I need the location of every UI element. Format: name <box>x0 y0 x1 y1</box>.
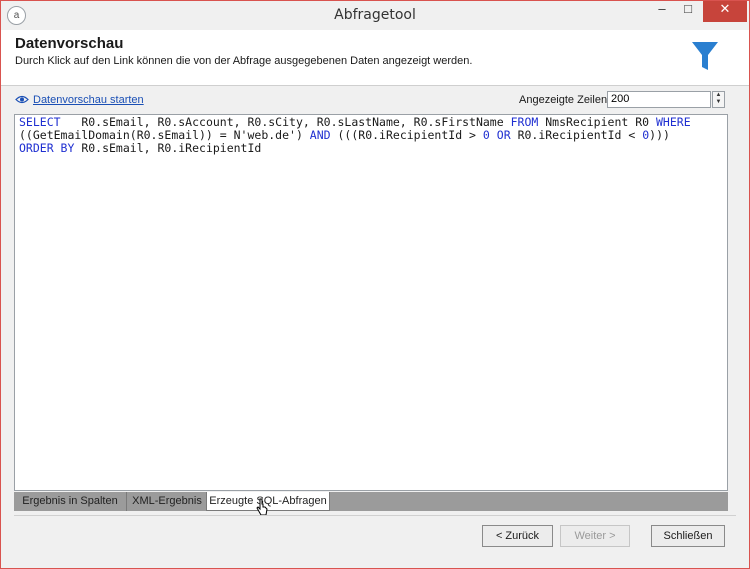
sql-text: R0.sEmail, R0.iRecipientId <box>74 141 262 155</box>
page-subtitle: Durch Klick auf den Link können die von … <box>15 55 473 67</box>
sql-text: NmsRecipient R0 <box>538 115 656 129</box>
sql-text: (((R0.iRecipientId > <box>330 128 483 142</box>
rows-input[interactable]: 200 <box>607 91 711 108</box>
tab-xml-result[interactable]: XML-Ergebnis <box>126 492 207 511</box>
sql-keyword: AND <box>309 128 331 142</box>
page-title: Datenvorschau <box>15 35 124 52</box>
start-preview-link[interactable]: Datenvorschau starten <box>33 94 144 106</box>
sql-query-editor[interactable]: SELECT R0.sEmail, R0.sAccount, R0.sCity,… <box>14 114 728 491</box>
sql-text: ))) <box>649 128 670 142</box>
sql-keyword: 0 <box>482 128 490 142</box>
sql-text: R0.iRecipientId < <box>510 128 643 142</box>
maximize-button[interactable]: □ <box>675 1 701 22</box>
title-bar[interactable]: a Abfragetool – □ ✕ <box>1 1 749 30</box>
tab-columns-result[interactable]: Ergebnis in Spalten <box>14 492 126 511</box>
sql-text: R0.sEmail, R0.sAccount, R0.sCity, R0.sLa… <box>60 115 511 129</box>
eye-icon <box>15 95 29 104</box>
sql-keyword: SELECT <box>19 115 61 129</box>
sql-keyword: OR <box>496 128 511 142</box>
next-button[interactable]: Weiter > <box>560 525 630 547</box>
window-title: Abfragetool <box>334 7 416 23</box>
back-button[interactable]: < Zurück <box>482 525 553 547</box>
tab-generated-sql[interactable]: Erzeugte SQL-Abfragen <box>206 492 330 511</box>
rows-label: Angezeigte Zeilen: <box>519 94 611 106</box>
sql-line-3: ORDER BY R0.sEmail, R0.iRecipientId <box>19 142 723 155</box>
sql-keyword: ORDER BY <box>19 141 75 155</box>
query-tool-window: a Abfragetool – □ ✕ Datenvorschau Durch … <box>0 0 750 569</box>
stepper-up-icon[interactable]: ▲ <box>713 92 724 99</box>
mouse-cursor-icon <box>256 498 268 516</box>
result-tabs: Ergebnis in Spalten XML-Ergebnis Erzeugt… <box>14 492 728 511</box>
rows-stepper[interactable]: ▲ ▼ <box>712 91 725 108</box>
sql-text: ((GetEmailDomain(R0.sEmail)) = N'web.de'… <box>19 128 310 142</box>
close-window-button[interactable]: ✕ <box>703 1 747 22</box>
funnel-icon <box>692 42 718 70</box>
minimize-button[interactable]: – <box>649 1 675 22</box>
footer-divider <box>14 515 736 516</box>
sql-keyword: FROM <box>510 115 539 129</box>
sql-keyword: WHERE <box>656 115 691 129</box>
page-header: Datenvorschau Durch Klick auf den Link k… <box>1 30 749 86</box>
preview-toolbar: Datenvorschau starten Angezeigte Zeilen:… <box>1 86 749 114</box>
close-button[interactable]: Schließen <box>651 525 725 547</box>
stepper-down-icon[interactable]: ▼ <box>713 99 724 106</box>
